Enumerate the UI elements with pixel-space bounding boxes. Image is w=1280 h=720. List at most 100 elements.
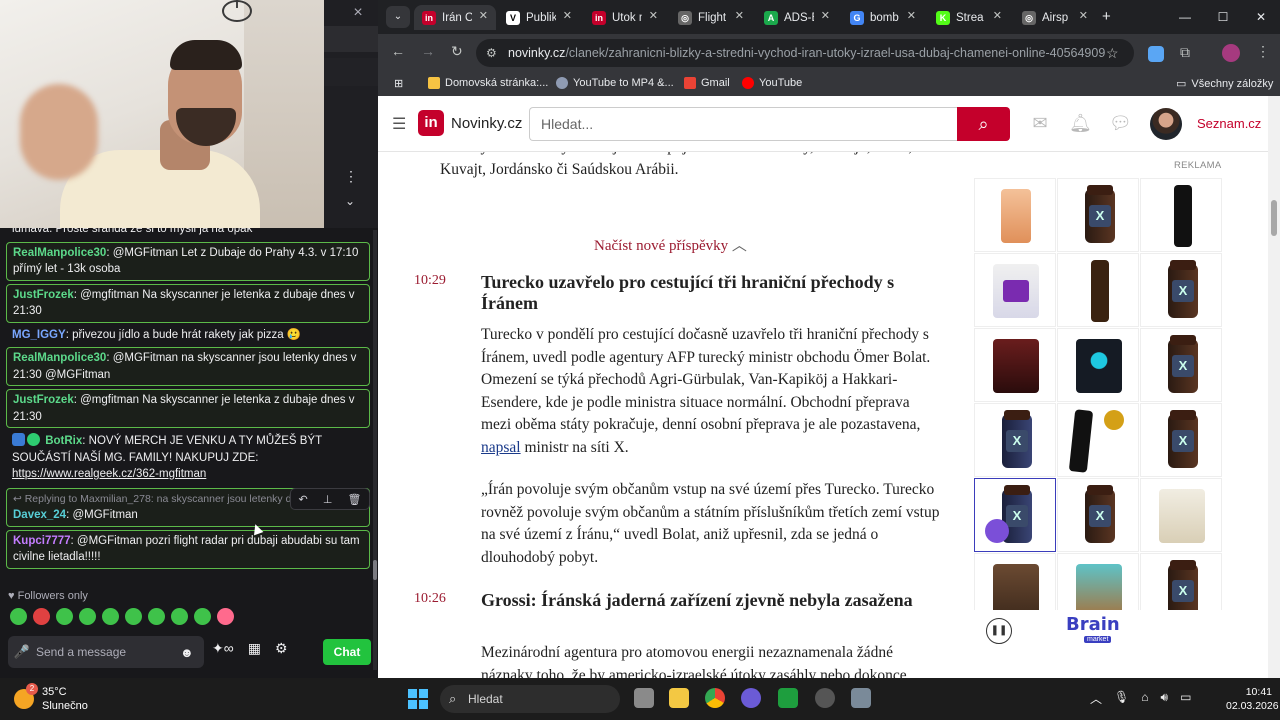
emote-icon[interactable]	[33, 608, 50, 625]
chat-username[interactable]: Kupci7777	[13, 535, 71, 547]
emote-icon[interactable]	[125, 608, 142, 625]
browser-tab[interactable]: ◎ Airsp ✕	[1014, 5, 1096, 30]
browser-tab[interactable]: K Strea ✕	[928, 5, 1010, 30]
hamburger-menu-icon[interactable]: ☰	[392, 114, 406, 134]
reply-icon[interactable]: ↶	[299, 493, 308, 506]
xbox-icon[interactable]	[778, 688, 798, 708]
ad-product[interactable]: X	[1057, 478, 1139, 552]
notification-bell-icon[interactable]: 🔔︎	[1069, 113, 1092, 133]
chat-username[interactable]: JustFrozek	[13, 394, 74, 406]
chat-username[interactable]: JustFrozek	[13, 289, 74, 301]
tab-close-icon[interactable]: ✕	[1079, 9, 1088, 22]
emote-icon[interactable]	[217, 608, 234, 625]
tab-close-icon[interactable]: ✕	[735, 9, 744, 22]
load-new-posts-button[interactable]: Načíst nové příspěvky ︿	[594, 234, 747, 255]
browser-tab[interactable]: A ADS-B ✕	[756, 5, 838, 30]
emote-icon[interactable]	[194, 608, 211, 625]
emote-icon[interactable]	[10, 608, 27, 625]
tab-close-icon[interactable]: ✕	[907, 9, 916, 22]
emote-icon[interactable]	[79, 608, 96, 625]
chat-username[interactable]: MG_IGGY	[12, 329, 66, 341]
close-window-icon[interactable]: ✕	[1242, 0, 1280, 34]
chevron-down-icon[interactable]: ⌄	[345, 194, 355, 208]
chrome-icon[interactable]	[705, 688, 725, 708]
tab-close-icon[interactable]: ✕	[479, 9, 488, 22]
chat-scrollbar[interactable]	[373, 230, 377, 670]
chat-bubble-icon[interactable]: 💬︎	[1109, 113, 1132, 133]
ad-product[interactable]	[974, 328, 1056, 402]
reload-icon[interactable]: ↻	[451, 43, 463, 60]
ad-product[interactable]: X	[974, 403, 1056, 477]
minimize-icon[interactable]: —	[1166, 0, 1204, 34]
ad-brand-logo[interactable]: Brain	[1066, 614, 1120, 635]
network-icon[interactable]: ⌂	[1141, 690, 1148, 707]
browser-tab[interactable]: in Írán O ✕	[414, 5, 496, 30]
chevron-up-icon[interactable]: ︿	[1090, 690, 1102, 707]
forward-arrow-icon[interactable]: →	[421, 43, 435, 59]
tab-search-chevron-icon[interactable]: ⌄	[386, 6, 410, 28]
maximize-icon[interactable]: ☐	[1204, 0, 1242, 34]
site-logo-text[interactable]: Novinky.cz	[451, 115, 522, 132]
taskbar-search[interactable]: ⌕ Hledat	[440, 685, 620, 713]
ad-product[interactable]: X	[1140, 328, 1222, 402]
bookmark-item[interactable]: Domovská stránka:...	[428, 77, 548, 89]
emoji-picker-icon[interactable]: ☻	[180, 645, 204, 660]
tab-close-icon[interactable]: ✕	[993, 9, 1002, 22]
ad-product[interactable]	[1057, 253, 1139, 327]
battery-icon[interactable]: ▭	[1180, 690, 1191, 707]
all-bookmarks-folder[interactable]: ▭ Všechny záložky	[1176, 77, 1273, 91]
site-info-icon[interactable]: ⚙	[486, 39, 497, 67]
chat-message-link[interactable]: https://www.realgeek.cz/362-mgfitman	[12, 468, 206, 480]
seznam-link[interactable]: Seznam.cz	[1197, 116, 1261, 131]
ad-product[interactable]: X	[1140, 403, 1222, 477]
store-icon[interactable]: ▦	[248, 640, 261, 657]
channel-points-icon[interactable]: ✦∞	[212, 640, 234, 657]
mail-icon[interactable]: ✉	[1029, 113, 1051, 133]
emote-icon[interactable]	[148, 608, 165, 625]
windows-start-icon[interactable]	[408, 689, 428, 709]
chat-username[interactable]: RealManpolice30	[13, 352, 106, 364]
emote-icon[interactable]	[171, 608, 188, 625]
chat-username[interactable]: BotRix	[45, 435, 82, 447]
ad-product[interactable]	[974, 253, 1056, 327]
delete-icon[interactable]: 🗑	[347, 493, 361, 506]
pause-icon[interactable]: ❚❚	[986, 618, 1012, 644]
system-clock[interactable]: 10:41 02.03.2026	[1226, 685, 1279, 713]
weather-widget[interactable]: 2 35°C Slunečno	[14, 683, 88, 713]
back-arrow-icon[interactable]: ←	[391, 43, 405, 59]
volume-icon[interactable]: 🔊︎	[1161, 690, 1169, 707]
post-link[interactable]: napsal	[481, 439, 521, 456]
ad-product-selected[interactable]: X	[974, 478, 1056, 552]
search-icon[interactable]: ⌕	[957, 107, 1010, 141]
microphone-icon[interactable]: 🎙︎	[1114, 690, 1129, 707]
extensions-puzzle-icon[interactable]: ⧉	[1180, 44, 1190, 61]
chat-username[interactable]: Davex_24	[13, 509, 66, 521]
profile-avatar[interactable]	[1222, 44, 1240, 62]
bookmark-item[interactable]: Gmail	[684, 77, 730, 89]
ad-product[interactable]	[1057, 403, 1139, 477]
bookmark-item[interactable]: YouTube	[742, 77, 802, 89]
chat-username[interactable]: RealManpolice30	[13, 247, 106, 259]
settings-gear-icon[interactable]: ⚙	[275, 640, 288, 657]
browser-tab[interactable]: ◎ Flight ✕	[670, 5, 752, 30]
tab-close-icon[interactable]: ✕	[563, 9, 572, 22]
ad-product[interactable]	[974, 178, 1056, 252]
ad-product[interactable]	[1057, 328, 1139, 402]
task-view-icon[interactable]	[634, 688, 654, 708]
chat-message-input[interactable]: 🎤 Send a message ☻	[8, 636, 204, 668]
browser-tab[interactable]: in Útok n ✕	[584, 5, 666, 30]
pin-icon[interactable]: ⊥	[323, 493, 333, 506]
new-tab-plus-icon[interactable]: +	[1102, 8, 1111, 25]
address-bar[interactable]: ⚙ novinky.cz/clanek/zahranicni-blizky-a-…	[476, 39, 1134, 67]
advertisement[interactable]: REKLAMA X X X X X X X X ❚❚ Brain market	[974, 158, 1222, 676]
post-title[interactable]: Turecko uzavřelo pro cestující tři hrani…	[481, 272, 941, 314]
ad-product[interactable]: X	[1140, 253, 1222, 327]
ad-product[interactable]	[1140, 178, 1222, 252]
more-options-icon[interactable]: ⋮	[344, 168, 358, 185]
settings-icon[interactable]	[851, 688, 871, 708]
browser-tab[interactable]: V Publik ✕	[498, 5, 580, 30]
novinky-logo-icon[interactable]: in	[418, 110, 444, 136]
user-avatar[interactable]	[1150, 108, 1182, 140]
emote-icon[interactable]	[102, 608, 119, 625]
ad-product[interactable]	[1140, 478, 1222, 552]
